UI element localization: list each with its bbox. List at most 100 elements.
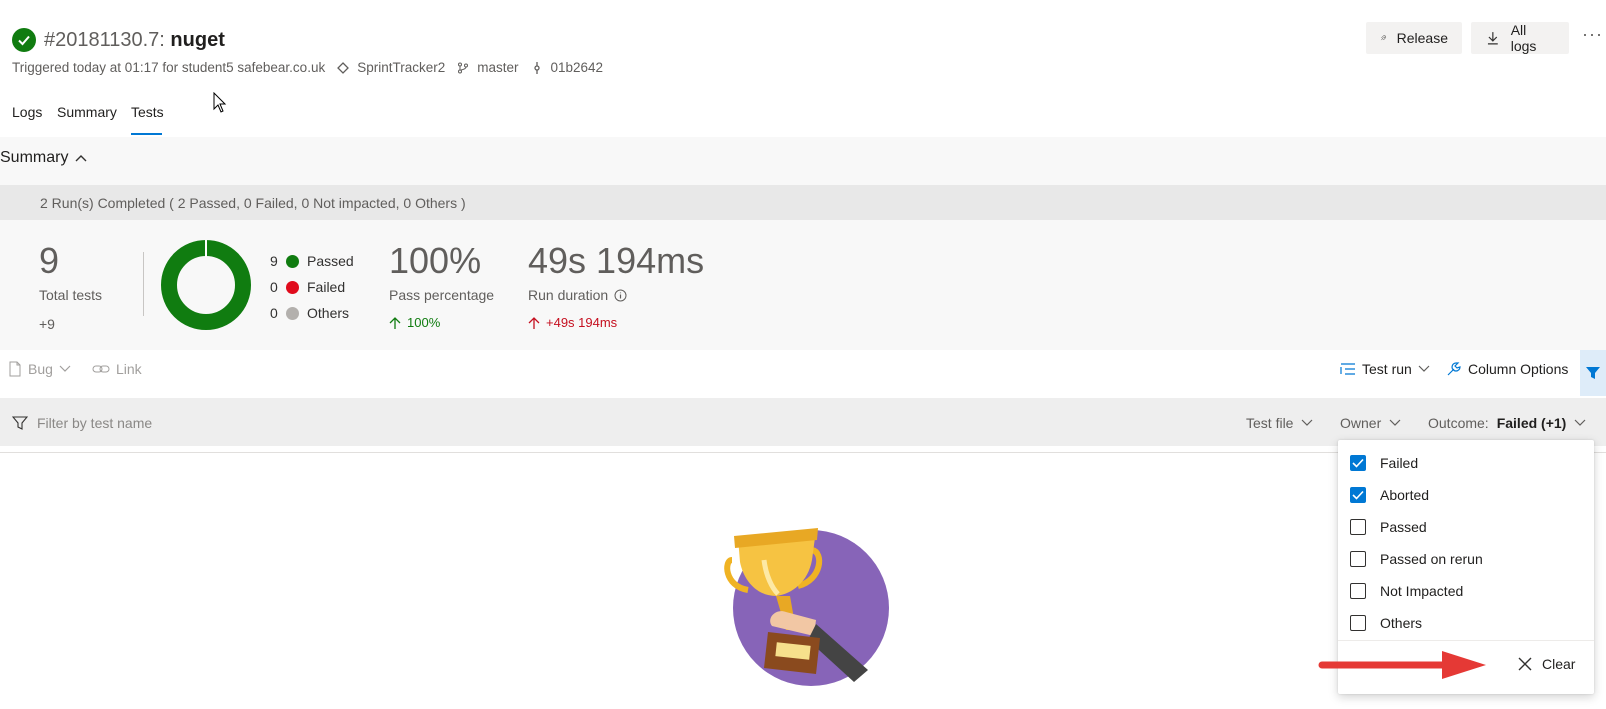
download-icon — [1487, 32, 1498, 45]
failed-label: Failed — [307, 279, 346, 295]
divider — [143, 252, 144, 316]
others-count: 0 — [270, 305, 278, 321]
filter-by-test-name-input[interactable]: Filter by test name — [37, 415, 152, 431]
outcome-option-aborted[interactable]: Aborted — [1350, 487, 1429, 503]
option-label: Passed on rerun — [1380, 551, 1483, 567]
runs-completed-text: 2 Run(s) Completed ( 2 Passed, 0 Failed,… — [40, 194, 466, 211]
test-file-label: Test file — [1246, 415, 1294, 431]
branch-icon — [458, 62, 469, 73]
chevron-down-icon — [59, 365, 71, 372]
run-duration-delta: +49s 194ms — [528, 315, 617, 330]
more-actions-button[interactable]: ··· — [1582, 24, 1603, 45]
pass-delta-text: 100% — [407, 315, 441, 330]
pass-percentage-label: Pass percentage — [389, 287, 495, 303]
summary-toggle[interactable]: Summary — [0, 149, 88, 167]
tab-logs[interactable]: Logs — [12, 104, 42, 120]
annotation-arrow-icon — [1318, 651, 1486, 679]
chevron-down-icon — [1418, 365, 1430, 372]
release-label: Release — [1396, 30, 1448, 46]
test-run-grouping-dropdown[interactable]: Test run — [1340, 361, 1430, 377]
outcome-option-failed[interactable]: Failed — [1350, 455, 1418, 471]
failed-dot — [286, 280, 299, 294]
passed-count: 9 — [270, 253, 278, 269]
release-button[interactable]: Release — [1366, 22, 1462, 54]
repo-link[interactable]: SprintTracker2 — [357, 60, 445, 75]
link-label: Link — [116, 361, 142, 377]
all-logs-label: All logs — [1510, 22, 1537, 54]
column-options-button[interactable]: Column Options — [1446, 361, 1568, 377]
build-trigger-info: Triggered today at 01:17 for student5 sa… — [12, 60, 603, 75]
summary-heading: Summary — [0, 149, 69, 166]
outcome-filter[interactable]: Outcome: Failed (+1) — [1428, 415, 1586, 431]
link-icon — [92, 365, 110, 373]
checkbox-checked-icon[interactable] — [1350, 487, 1366, 503]
build-succeeded-icon — [12, 28, 36, 52]
others-dot — [286, 306, 299, 320]
info-icon[interactable] — [614, 289, 627, 302]
total-tests-count: 9 — [39, 240, 60, 281]
pass-fail-donut-chart — [161, 240, 251, 330]
arrow-up-icon — [389, 316, 401, 329]
outcome-value: Failed (+1) — [1496, 415, 1567, 431]
checkbox-checked-icon[interactable] — [1350, 455, 1366, 471]
column-options-label: Column Options — [1468, 361, 1569, 377]
run-duration-label: Run duration — [528, 287, 609, 303]
divider — [1338, 640, 1594, 641]
checkbox-unchecked-icon[interactable] — [1350, 519, 1366, 535]
checkbox-unchecked-icon[interactable] — [1350, 551, 1366, 567]
option-label: Aborted — [1380, 487, 1430, 503]
legend-others: 0 Others — [270, 305, 349, 321]
all-logs-button[interactable]: All logs — [1471, 22, 1569, 54]
outcome-option-passed[interactable]: Passed — [1350, 519, 1427, 535]
chevron-down-icon — [1389, 419, 1401, 426]
active-tab-indicator — [131, 133, 162, 135]
checkbox-unchecked-icon[interactable] — [1350, 583, 1366, 599]
test-run-label: Test run — [1362, 361, 1412, 377]
filter-toggle-button[interactable] — [1580, 350, 1606, 396]
test-file-filter[interactable]: Test file — [1246, 415, 1313, 431]
outcome-option-passed-on-rerun[interactable]: Passed on rerun — [1350, 551, 1483, 567]
chevron-up-icon — [75, 155, 87, 162]
option-label: Failed — [1380, 455, 1419, 471]
link-button[interactable]: Link — [92, 361, 142, 377]
others-label: Others — [307, 305, 350, 321]
outcome-option-not-impacted[interactable]: Not Impacted — [1350, 583, 1463, 599]
trophy-illustration — [724, 528, 889, 686]
passed-dot — [286, 254, 299, 268]
total-tests-label: Total tests — [39, 287, 103, 303]
branch-link[interactable]: master — [477, 60, 518, 75]
runs-completed-bar: 2 Run(s) Completed ( 2 Passed, 0 Failed,… — [0, 185, 1606, 220]
chevron-down-icon — [1574, 419, 1586, 426]
chevron-down-icon — [1302, 419, 1313, 426]
clear-filter-button[interactable]: Clear — [1518, 656, 1575, 672]
run-duration-label-row: Run duration — [528, 287, 627, 303]
list-group-icon — [1340, 363, 1355, 375]
create-bug-button[interactable]: Bug — [8, 361, 71, 377]
outcome-label: Outcome: — [1428, 415, 1489, 431]
clear-label: Clear — [1542, 656, 1576, 672]
tab-summary[interactable]: Summary — [57, 104, 117, 120]
outcome-option-others[interactable]: Others — [1350, 615, 1422, 631]
filter-funnel-icon — [1586, 367, 1600, 379]
option-label: Not Impacted — [1380, 583, 1464, 599]
filter-icon — [12, 416, 28, 430]
build-number: #20181130.7: — [44, 29, 165, 51]
tab-tests[interactable]: Tests — [131, 104, 164, 120]
owner-label: Owner — [1340, 415, 1382, 431]
pass-percentage-delta: 100% — [389, 315, 440, 330]
total-tests-delta: +9 — [39, 316, 55, 332]
commit-icon — [533, 61, 540, 74]
failed-count: 0 — [270, 279, 278, 295]
run-duration-value: 49s 194ms — [528, 240, 705, 281]
close-icon — [1518, 657, 1532, 671]
owner-filter[interactable]: Owner — [1340, 415, 1401, 431]
mouse-cursor-icon — [213, 92, 227, 113]
option-label: Passed — [1380, 519, 1427, 535]
rocket-icon — [1381, 35, 1387, 41]
commit-link[interactable]: 01b2642 — [551, 60, 604, 75]
bug-icon — [9, 361, 21, 377]
repo-icon — [337, 61, 350, 74]
bug-label: Bug — [28, 361, 53, 377]
arrow-up-icon — [528, 316, 540, 329]
checkbox-unchecked-icon[interactable] — [1350, 615, 1366, 631]
